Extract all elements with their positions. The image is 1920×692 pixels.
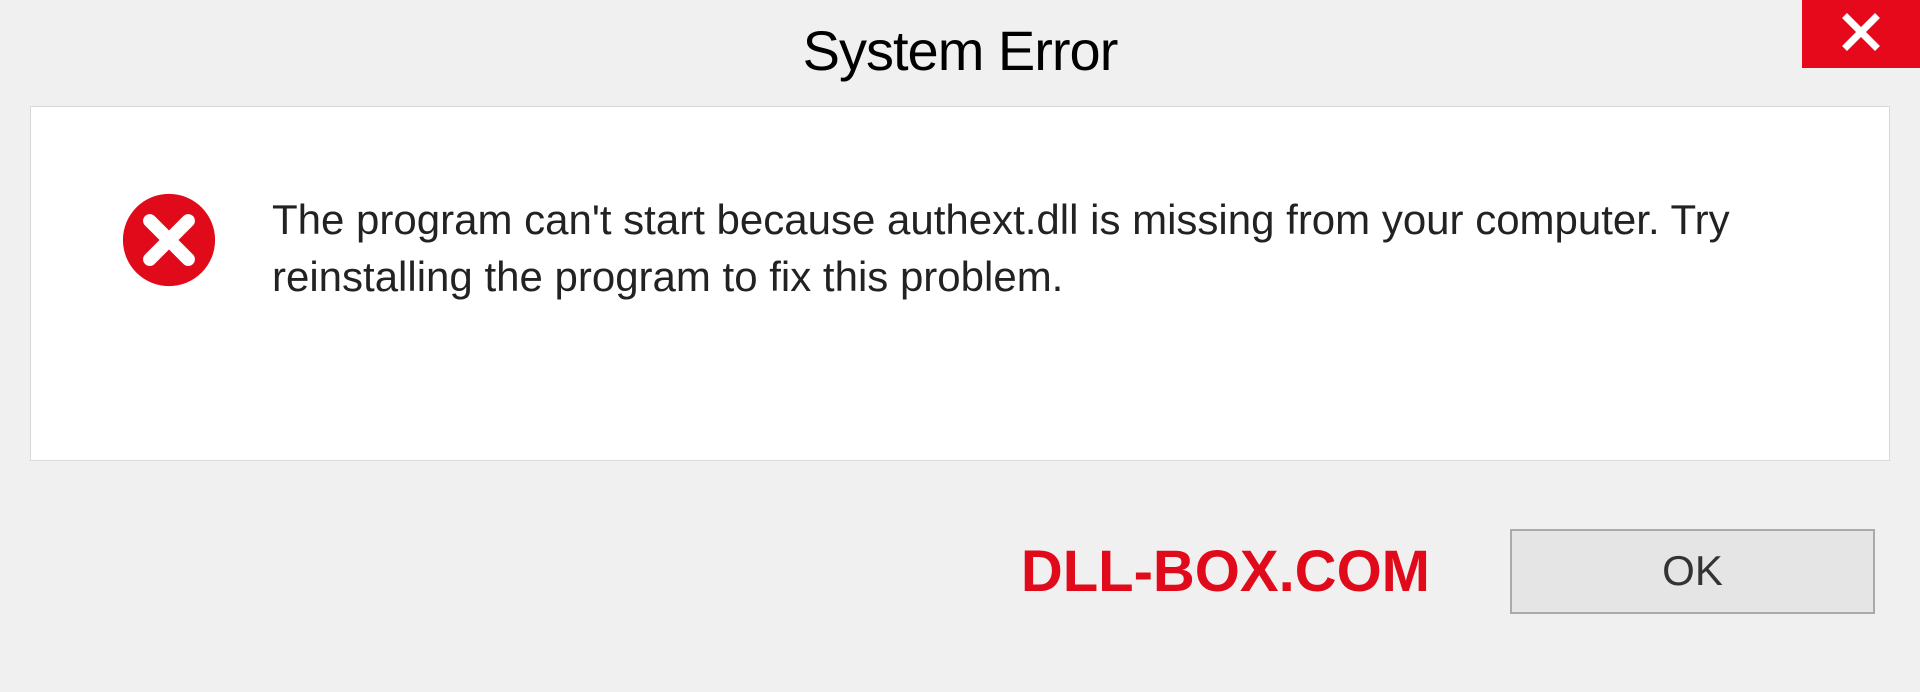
ok-button[interactable]: OK	[1510, 529, 1875, 614]
titlebar: System Error	[0, 0, 1920, 100]
close-icon	[1841, 12, 1881, 57]
watermark-text: DLL-BOX.COM	[1021, 538, 1430, 605]
error-icon	[121, 192, 217, 288]
dialog-footer: DLL-BOX.COM OK	[0, 461, 1920, 681]
dialog-title: System Error	[803, 18, 1118, 83]
error-message: The program can't start because authext.…	[272, 192, 1829, 305]
content-panel: The program can't start because authext.…	[30, 106, 1890, 461]
error-dialog: System Error The program can't start bec…	[0, 0, 1920, 692]
close-button[interactable]	[1802, 0, 1920, 68]
